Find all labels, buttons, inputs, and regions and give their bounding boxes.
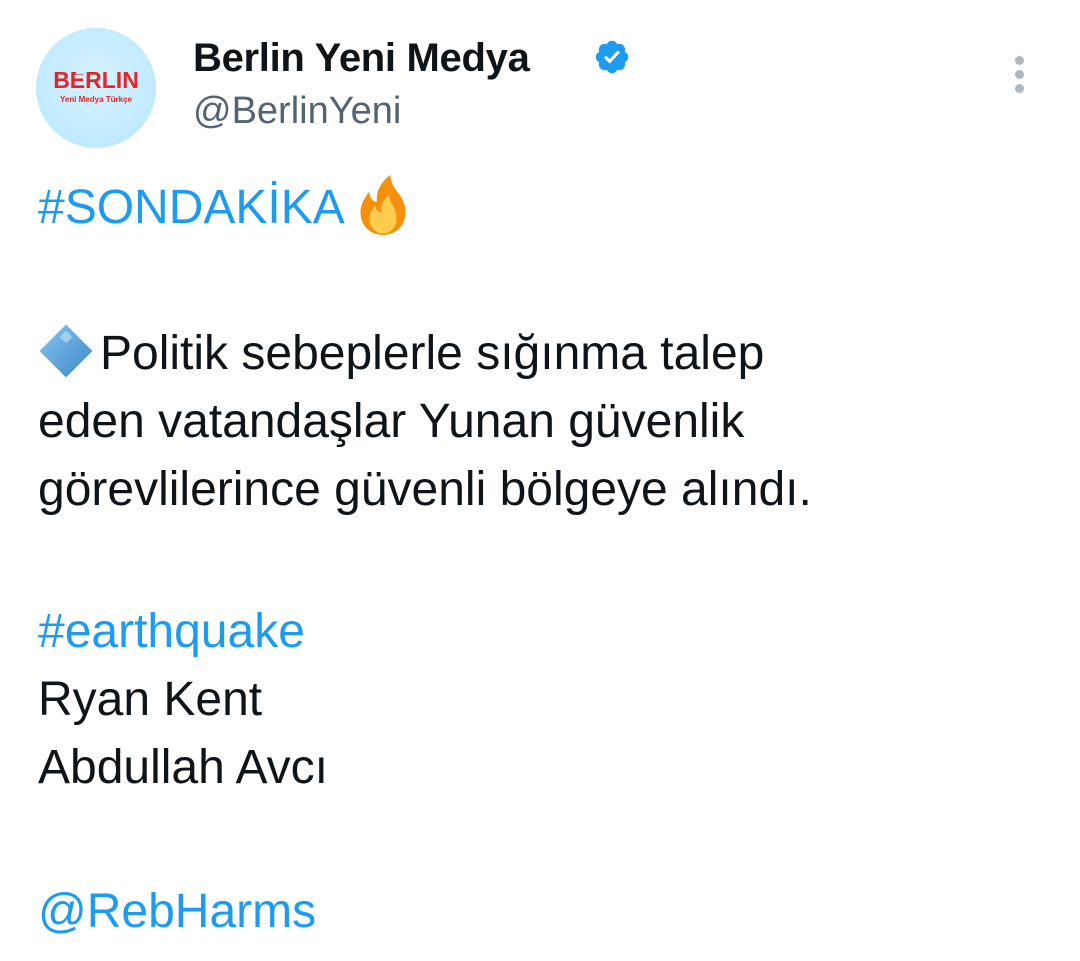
tweet-header: BERLIN Yeni Medya Türkçe Berlin Yeni Med… [0, 0, 1080, 160]
more-options-icon [1015, 56, 1024, 65]
tweet-card: BERLIN Yeni Medya Türkçe Berlin Yeni Med… [0, 0, 1080, 961]
tweet-line-1: Politik sebeplerle sığınma talep [38, 320, 764, 388]
tweet-line-hashtag-breaking: #SONDAKİKA [38, 174, 411, 242]
hashtag-link-sondakika[interactable]: #SONDAKİKA [38, 181, 345, 234]
display-name[interactable]: Berlin Yeni Medya [193, 36, 530, 81]
verified-badge-icon [595, 40, 629, 74]
handle[interactable]: @BerlinYeni [193, 90, 401, 133]
mention-link[interactable]: @RebHarms [38, 878, 316, 946]
berlin-logo-icon: BERLIN Yeni Medya Türkçe [53, 67, 139, 104]
tweet-text-line-2: eden vatandaşlar Yunan güvenlik [38, 395, 745, 448]
avatar-logo-text: BERLIN [53, 67, 139, 93]
tweet-text-line-1: Politik sebeplerle sığınma talep [100, 327, 765, 380]
avatar-logo-subtext: Yeni Medya Türkçe [60, 95, 133, 104]
tweet-text-name-2: Abdullah Avcı [38, 741, 328, 794]
more-options-button[interactable] [1004, 52, 1036, 98]
avatar[interactable]: BERLIN Yeni Medya Türkçe [36, 28, 156, 148]
tweet-text-line-3: görevlilerince güvenli bölgeye alındı. [38, 463, 812, 516]
fire-icon [360, 175, 406, 235]
blue-diamond-icon [39, 324, 93, 378]
tweet-text-name-1: Ryan Kent [38, 673, 263, 726]
hashtag-link-earthquake[interactable]: #earthquake [38, 598, 305, 666]
